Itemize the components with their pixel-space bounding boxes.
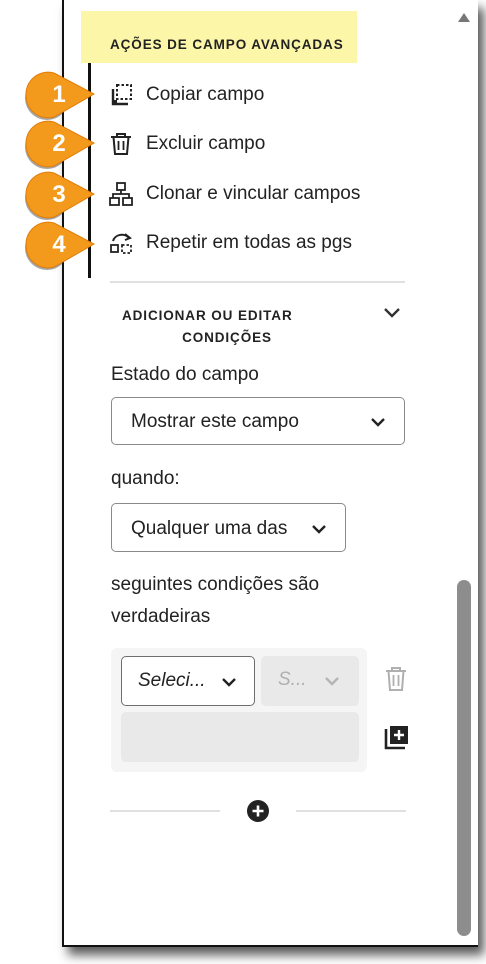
field-state-dropdown[interactable]: Mostrar este campo bbox=[111, 397, 405, 445]
when-label: quando: bbox=[111, 468, 180, 489]
trash-icon[interactable] bbox=[383, 665, 409, 693]
bottom-divider-left bbox=[110, 810, 220, 812]
chevron-down-icon bbox=[222, 678, 236, 687]
plus-circle-icon[interactable] bbox=[246, 799, 270, 823]
scroll-up-icon[interactable] bbox=[456, 10, 472, 24]
repeat-pages-icon bbox=[110, 233, 132, 254]
conditions-suffix-line2: verdadeiras bbox=[111, 606, 211, 627]
condition-value-input[interactable] bbox=[121, 712, 359, 762]
callout-badge-4: 4 bbox=[20, 220, 96, 270]
chevron-down-icon bbox=[371, 418, 385, 427]
conditions-title-line2: CONDIÇÕES bbox=[182, 330, 272, 345]
copy-field-label: Copiar campo bbox=[146, 84, 265, 105]
condition-field-value: Seleci... bbox=[138, 670, 206, 691]
callout-badge-1: 1 bbox=[20, 70, 96, 120]
delete-field-label: Excluir campo bbox=[146, 133, 266, 154]
clone-link-label: Clonar e vincular campos bbox=[146, 183, 361, 204]
callout-badge-2: 2 bbox=[20, 119, 96, 169]
condition-state-select[interactable]: S... bbox=[261, 656, 359, 706]
scrollbar-thumb[interactable] bbox=[457, 580, 471, 936]
delete-field-action[interactable]: Excluir campo bbox=[108, 129, 265, 159]
chevron-down-icon[interactable] bbox=[381, 302, 403, 322]
clone-link-action[interactable]: Clonar e vincular campos bbox=[108, 179, 360, 209]
conditions-section-title: ADICIONAR OU EDITAR CONDIÇÕES bbox=[122, 305, 332, 349]
repeat-pages-label: Repetir em todas as pgs bbox=[146, 232, 352, 253]
callout-number-2: 2 bbox=[52, 130, 66, 157]
trash-icon bbox=[111, 133, 131, 155]
chevron-down-icon bbox=[325, 677, 339, 686]
section-title: AÇÕES DE CAMPO AVANÇADAS bbox=[110, 37, 344, 52]
callout-number-3: 3 bbox=[52, 181, 66, 208]
match-type-value: Qualquer uma das bbox=[131, 518, 288, 539]
copy-field-icon bbox=[111, 84, 132, 106]
field-state-value: Mostrar este campo bbox=[131, 411, 299, 432]
bottom-divider-right bbox=[296, 810, 406, 812]
field-state-label: Estado do campo bbox=[111, 364, 259, 385]
conditions-title-line1: ADICIONAR OU EDITAR bbox=[122, 308, 293, 323]
chevron-down-icon bbox=[312, 525, 326, 534]
condition-field-select[interactable]: Seleci... bbox=[121, 656, 255, 706]
callout-number-4: 4 bbox=[52, 231, 66, 258]
clone-link-icon bbox=[109, 182, 133, 206]
add-condition-icon[interactable] bbox=[384, 724, 410, 750]
section-divider bbox=[110, 281, 405, 283]
match-type-dropdown[interactable]: Qualquer uma das bbox=[111, 503, 346, 552]
callout-badge-3: 3 bbox=[20, 170, 96, 220]
conditions-suffix-line1: seguintes condições são bbox=[111, 574, 320, 595]
repeat-pages-action[interactable]: Repetir em todas as pgs bbox=[108, 228, 352, 258]
callout-number-1: 1 bbox=[52, 81, 66, 108]
copy-field-action[interactable]: Copiar campo bbox=[108, 80, 264, 110]
condition-state-value: S... bbox=[278, 669, 307, 690]
